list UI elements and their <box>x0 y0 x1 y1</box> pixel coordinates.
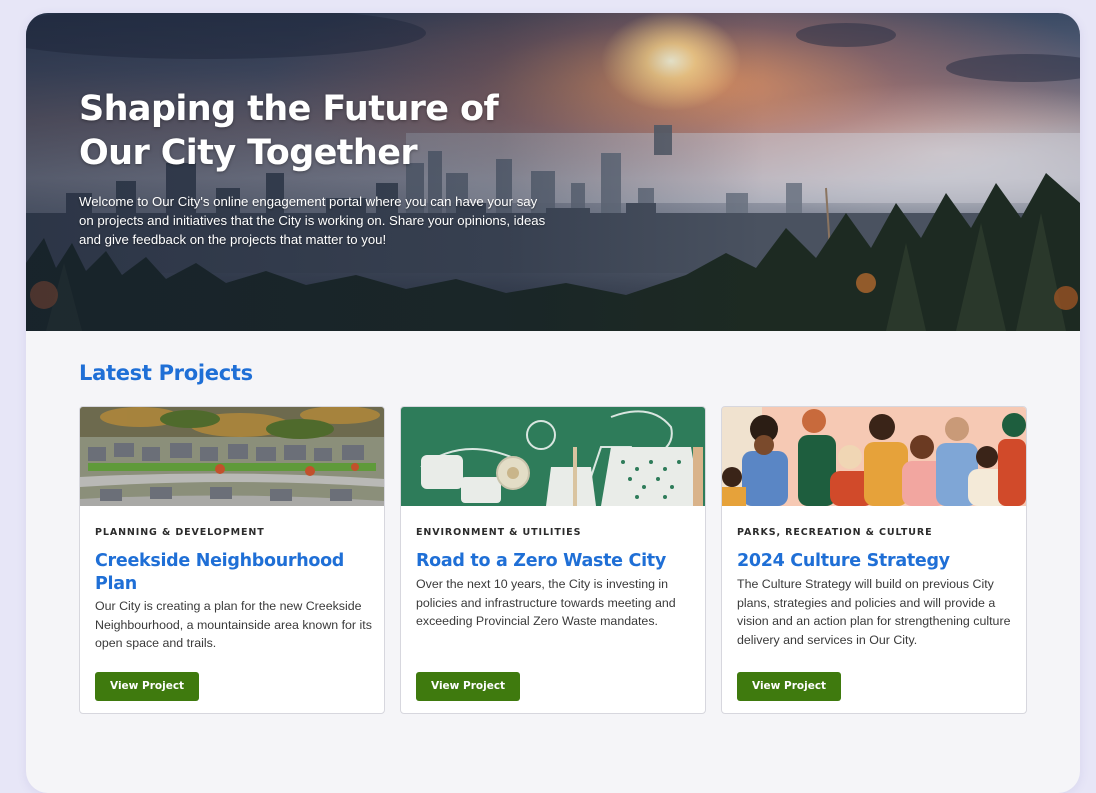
card-image-reusable-items <box>401 407 705 506</box>
hero-banner: Shaping the Future of Our City Together … <box>26 13 1080 331</box>
card-title[interactable]: 2024 Culture Strategy <box>737 550 1017 573</box>
card-category: PLANNING & DEVELOPMENT <box>95 527 265 538</box>
page-frame: Shaping the Future of Our City Together … <box>26 13 1080 793</box>
card-description: Our City is creating a plan for the new … <box>95 599 372 651</box>
project-card-zero-waste: ENVIRONMENT & UTILITIES Road to a Zero W… <box>400 406 706 714</box>
card-category: ENVIRONMENT & UTILITIES <box>416 527 582 538</box>
project-card-culture-strategy: PARKS, RECREATION & CULTURE 2024 Culture… <box>721 406 1027 714</box>
card-description: Over the next 10 years, the City is inve… <box>416 577 676 629</box>
card-title[interactable]: Creekside Neighbourhood Plan <box>95 550 375 596</box>
view-project-button[interactable]: View Project <box>737 672 842 701</box>
view-project-button[interactable]: View Project <box>416 672 521 701</box>
hero-title: Shaping the Future of Our City Together <box>79 89 499 173</box>
section-title-latest-projects: Latest Projects <box>79 361 253 385</box>
view-project-button[interactable]: View Project <box>95 672 200 701</box>
card-image-diverse-people-illustration <box>722 407 1026 506</box>
project-card-creekside: PLANNING & DEVELOPMENT Creekside Neighbo… <box>79 406 385 714</box>
hero-description: Welcome to Our City's online engagement … <box>79 194 546 247</box>
card-title[interactable]: Road to a Zero Waste City <box>416 550 696 573</box>
card-category: PARKS, RECREATION & CULTURE <box>737 527 933 538</box>
card-image-neighbourhood-aerial <box>80 407 384 506</box>
card-description: The Culture Strategy will build on previ… <box>737 577 1011 648</box>
